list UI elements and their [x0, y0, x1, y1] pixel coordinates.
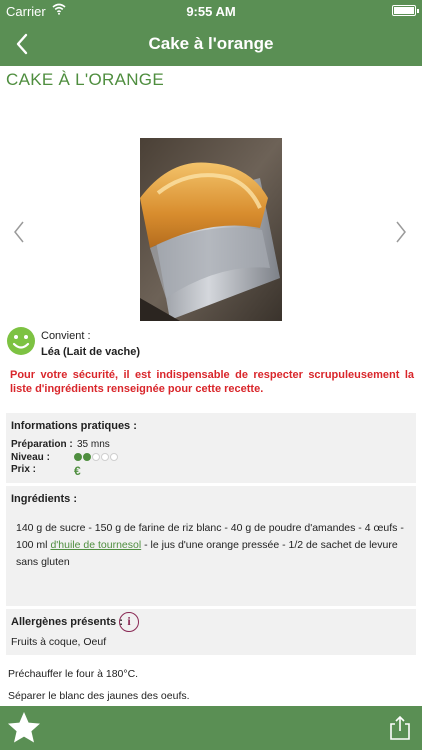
- level-label: Niveau :: [11, 452, 50, 463]
- level-dot: [83, 453, 91, 461]
- info-icon[interactable]: i: [119, 612, 139, 632]
- ingredients-list: 140 g de sucre - 150 g de farine de riz …: [16, 520, 408, 571]
- clock: 9:55 AM: [186, 4, 236, 19]
- practical-info-card: Informations pratiques : Préparation : 3…: [6, 413, 416, 483]
- favorite-button[interactable]: [6, 710, 42, 746]
- preparation-value: 35 mns: [77, 439, 110, 450]
- battery-icon: [392, 5, 419, 16]
- preparation-step: Séparer le blanc des jaunes des oeufs.: [8, 690, 190, 702]
- allergens-card: Allergènes présents : i Fruits à coque, …: [6, 609, 416, 655]
- smiley-icon: [6, 326, 36, 356]
- recipe-photo: [140, 138, 282, 321]
- allergens-heading: Allergènes présents :: [11, 616, 123, 628]
- chevron-right-icon: [396, 221, 406, 243]
- level-dot: [92, 453, 100, 461]
- level-dot: [74, 453, 82, 461]
- practical-info-heading: Informations pratiques :: [11, 420, 137, 432]
- price-label: Prix :: [11, 464, 37, 475]
- price-row: Prix :: [11, 464, 73, 475]
- safety-warning: Pour votre sécurité, il est indispensabl…: [10, 369, 414, 395]
- page-title: Cake à l'orange: [148, 34, 274, 53]
- star-icon: [8, 712, 40, 743]
- next-photo-button[interactable]: [390, 218, 410, 246]
- preparation-step: Préchauffer le four à 180°C.: [8, 668, 139, 680]
- share-icon: [390, 715, 410, 740]
- chevron-left-icon: [14, 221, 24, 243]
- level-dot: [110, 453, 118, 461]
- recipe-title: CAKE À L'ORANGE: [6, 70, 164, 89]
- suitability-value: Léa (Lait de vache): [41, 346, 141, 358]
- ingredients-heading: Ingrédients :: [11, 493, 78, 505]
- bottom-toolbar: [0, 706, 422, 750]
- preparation-label: Préparation :: [11, 439, 73, 450]
- share-button[interactable]: [388, 715, 412, 741]
- preparation-row: Préparation : 35 mns: [11, 439, 110, 450]
- level-dot: [101, 453, 109, 461]
- status-bar: Carrier 9:55 AM: [0, 0, 422, 22]
- suitability-label: Convient :: [41, 330, 91, 342]
- ingredients-card: Ingrédients : 140 g de sucre - 150 g de …: [6, 486, 416, 606]
- price-value: €: [74, 464, 81, 478]
- ingredient-link[interactable]: d'huile de tournesol: [50, 539, 141, 551]
- level-row: Niveau :: [11, 452, 73, 463]
- level-rating: [74, 453, 118, 461]
- previous-photo-button[interactable]: [10, 218, 30, 246]
- navigation-bar: Cake à l'orange: [0, 22, 422, 66]
- allergens-list: Fruits à coque, Oeuf: [11, 636, 107, 648]
